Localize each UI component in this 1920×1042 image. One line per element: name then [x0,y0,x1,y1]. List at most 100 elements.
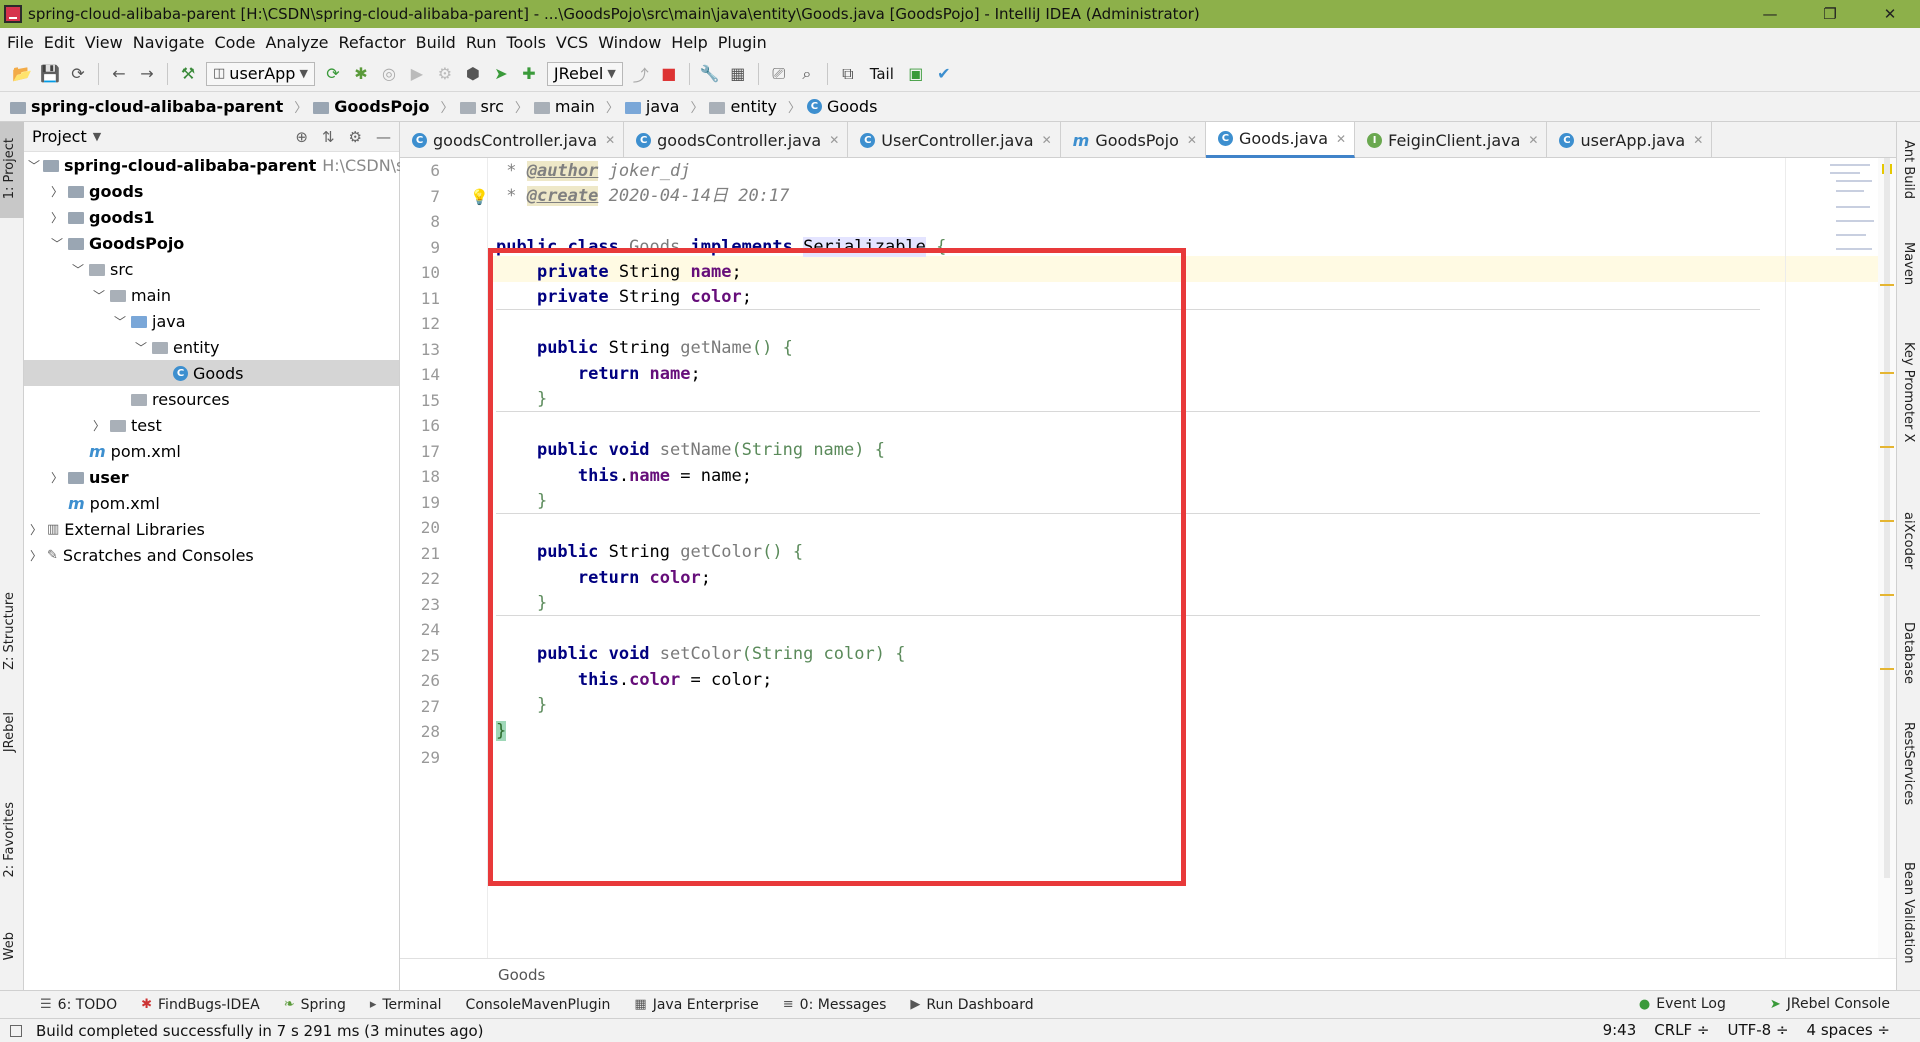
editor-tab[interactable]: C UserController.java ✕ [848,122,1061,158]
close-icon[interactable]: ✕ [1336,132,1346,146]
tail-button[interactable]: Tail [862,60,902,88]
editor-tab[interactable]: CgoodsController.java ✕ [624,122,849,158]
stop-icon[interactable]: ■ [655,60,683,88]
forward-arrow-icon[interactable]: → [133,60,161,88]
spring-tool-button[interactable]: ❧ Spring [284,997,346,1013]
chevron-right-icon[interactable]: 〉 [49,209,65,226]
editor-tab[interactable]: C Goods.java ✕ [1205,122,1356,158]
menu-plugin[interactable]: Plugin [718,33,767,52]
jrebel-config-select[interactable]: JRebel ▼ [546,61,623,86]
debug-bug-icon[interactable]: ✱ [347,60,375,88]
todo-tool-button[interactable]: ☰ 6: TODO [40,997,117,1013]
tree-item[interactable]: 〉 goods1 [24,204,399,230]
menu-build[interactable]: Build [416,33,456,52]
status-message[interactable]: Build completed successfully in 7 s 291 … [36,1022,484,1040]
tree-item[interactable]: 〉 goods [24,178,399,204]
tree-item[interactable]: C Goods [24,360,399,386]
tree-item[interactable]: ﹀ spring-cloud-alibaba-parent H:\CSDN\spri… [24,152,432,178]
close-icon[interactable]: ✕ [1693,133,1703,147]
file-encoding[interactable]: UTF-8 ÷ [1727,1021,1788,1039]
gear-icon[interactable]: ⚙ [349,128,362,146]
ant-build-tool-button[interactable]: Ant Build [1901,140,1916,199]
breadcrumb-item[interactable]: src 〉 [459,97,528,116]
indent-setting[interactable]: 4 spaces ÷ [1807,1021,1890,1039]
close-icon[interactable]: ✕ [1528,133,1538,147]
jrebel-run-icon[interactable]: ⬢ [459,60,487,88]
breadcrumb-item[interactable]: C Goods [806,97,877,116]
web-tool-button[interactable]: Web [2,932,17,960]
menu-view[interactable]: View [85,33,123,52]
project-view-selector[interactable]: Project [32,127,87,146]
warning-marker[interactable] [1880,594,1894,596]
restservices-tool-button[interactable]: RestServices [1901,722,1916,805]
wrench-icon[interactable]: 🔧 [696,60,724,88]
tree-item[interactable]: ﹀ java [24,308,399,334]
profile-icon[interactable]: ⚙ [431,60,459,88]
back-arrow-icon[interactable]: ← [105,60,133,88]
jrebel-tool-button[interactable]: JRebel [2,712,17,752]
tree-item[interactable]: 〉 user [24,464,399,490]
warning-marker[interactable] [1880,668,1894,670]
chevron-down-icon[interactable]: ﹀ [70,261,86,278]
caret-position[interactable]: 9:43 [1603,1021,1637,1039]
close-icon[interactable]: ✕ [1187,133,1197,147]
monitor-chart-icon[interactable]: ▣ [902,60,930,88]
warning-marker[interactable] [1880,372,1894,374]
favorites-tool-button[interactable]: 2: Favorites [2,802,17,878]
java-enterprise-tool-button[interactable]: ▦ Java Enterprise [634,997,758,1013]
open-folder-icon[interactable]: 📂 [8,60,36,88]
menu-analyze[interactable]: Analyze [265,33,328,52]
editor-tab[interactable]: m GoodsPojo ✕ [1061,122,1206,158]
run-dashboard-tool-button[interactable]: ▶ Run Dashboard [910,997,1033,1013]
tree-item[interactable]: 〉 ▥ External Libraries [24,516,399,542]
build-hammer-icon[interactable]: ⚒ [174,60,202,88]
hide-minus-icon[interactable]: — [376,128,391,146]
structure-tool-button[interactable]: Z: Structure [2,592,17,670]
event-log-button[interactable]: ● Event Log [1639,996,1726,1012]
search-icon[interactable]: ⌕ [793,60,821,88]
chevron-right-icon[interactable]: 〉 [28,547,44,564]
breadcrumb-item[interactable]: GoodsPojo 〉 [313,97,454,116]
minimize-button[interactable]: — [1740,0,1800,28]
jrebel-start-icon[interactable]: ➤ [487,60,515,88]
menu-help[interactable]: Help [671,33,707,52]
tree-item[interactable]: ﹀ GoodsPojo [24,230,399,256]
chevron-down-icon[interactable]: ▼ [93,130,101,143]
menu-refactor[interactable]: Refactor [339,33,406,52]
rerun-icon[interactable]: ⟳ [319,60,347,88]
chevron-down-icon[interactable]: ﹀ [91,287,107,304]
chevron-right-icon[interactable]: 〉 [28,521,44,538]
menu-file[interactable]: File [7,33,34,52]
terminal-tool-button[interactable]: ▸ Terminal [370,997,442,1013]
check-circle-icon[interactable]: ✔ [930,60,958,88]
console-maven-plugin-button[interactable]: ConsoleMavenPlugin [466,997,611,1013]
tree-item[interactable]: ﹀ src [24,256,399,282]
close-icon[interactable]: ✕ [1042,133,1052,147]
bulb-icon[interactable]: 💡 [470,188,489,206]
menu-window[interactable]: Window [598,33,661,52]
breadcrumb-item[interactable]: spring-cloud-alibaba-parent 〉 [10,97,307,116]
status-square-icon[interactable] [10,1024,22,1037]
sync-icon[interactable]: ⟳ [64,60,92,88]
menu-tools[interactable]: Tools [507,33,546,52]
maven-tool-button[interactable]: Maven [1901,242,1916,285]
translate-icon[interactable]: ⧉ [834,60,862,88]
breadcrumb-item[interactable]: entity 〉 [709,97,801,116]
menu-run[interactable]: Run [466,33,497,52]
chevron-right-icon[interactable]: 〉 [49,469,65,486]
menu-navigate[interactable]: Navigate [133,33,205,52]
warning-marker[interactable] [1880,520,1894,522]
warning-marker[interactable] [1880,446,1894,448]
findbugs-tool-button[interactable]: ✱ FindBugs-IDEA [141,997,260,1013]
tree-item[interactable]: 〉 ✎ Scratches and Consoles [24,542,399,568]
chevron-down-icon[interactable]: ﹀ [133,339,149,356]
breadcrumb-item[interactable]: main 〉 [533,97,619,116]
run-play-icon[interactable]: ▶ [403,60,431,88]
project-tool-button[interactable]: 1: Project [2,138,17,199]
tree-item[interactable]: m pom.xml [24,438,399,464]
collapse-all-icon[interactable]: ⇅ [322,128,335,146]
tree-item[interactable]: m pom.xml [24,490,399,516]
messages-tool-button[interactable]: ≡ 0: Messages [783,997,887,1013]
line-separator[interactable]: CRLF ÷ [1654,1021,1709,1039]
jrebel-console-button[interactable]: ➤ JRebel Console [1770,996,1890,1012]
